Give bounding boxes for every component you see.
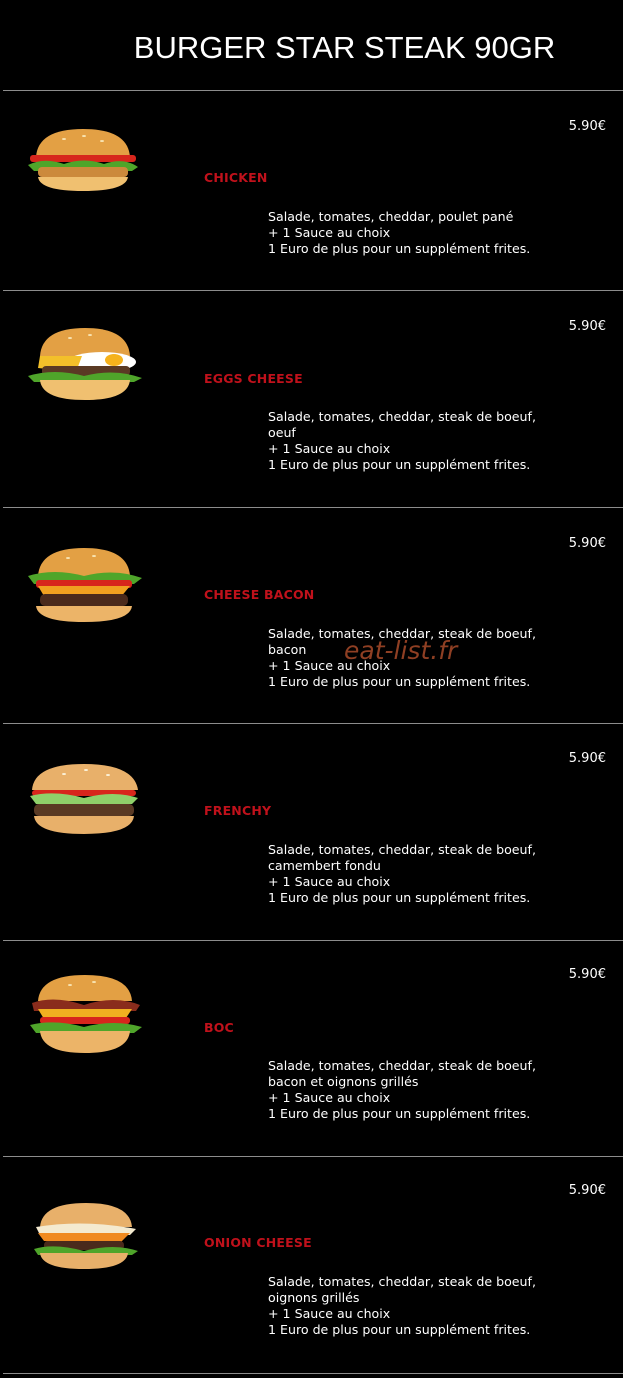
boc-burger-image <box>30 975 142 1053</box>
item-description: Salade, tomates, cheddar, steak de boeuf… <box>268 409 536 472</box>
divider <box>3 1156 623 1157</box>
divider <box>3 1373 623 1374</box>
item-price: 5.90€ <box>568 536 606 551</box>
egg-burger-image <box>28 328 142 400</box>
item-name: ONION CHEESE <box>204 1235 312 1250</box>
bacon-burger-image <box>28 548 142 622</box>
frenchy-burger-image <box>30 764 138 834</box>
item-price: 5.90€ <box>568 119 606 134</box>
item-description: Salade, tomates, cheddar, poulet pané + … <box>268 209 531 256</box>
chicken-burger-image <box>28 129 138 191</box>
item-name: CHICKEN <box>204 170 268 185</box>
item-name: BOC <box>204 1020 234 1035</box>
divider <box>3 290 623 291</box>
divider <box>3 507 623 508</box>
watermark: eat-list.fr <box>344 636 458 665</box>
item-name: FRENCHY <box>204 803 272 818</box>
page-title: BURGER STAR STEAK 90GR <box>133 30 556 65</box>
divider <box>3 723 623 724</box>
item-description: Salade, tomates, cheddar, steak de boeuf… <box>268 842 536 905</box>
item-price: 5.90€ <box>568 319 606 334</box>
item-price: 5.90€ <box>568 1183 606 1198</box>
divider <box>3 90 623 91</box>
item-name: CHEESE BACON <box>204 587 315 602</box>
item-description: Salade, tomates, cheddar, steak de boeuf… <box>268 1058 536 1121</box>
divider <box>3 940 623 941</box>
item-price: 5.90€ <box>568 967 606 982</box>
onion-burger-image <box>34 1203 138 1269</box>
item-price: 5.90€ <box>568 751 606 766</box>
item-name: EGGS CHEESE <box>204 371 303 386</box>
item-description: Salade, tomates, cheddar, steak de boeuf… <box>268 1274 536 1337</box>
